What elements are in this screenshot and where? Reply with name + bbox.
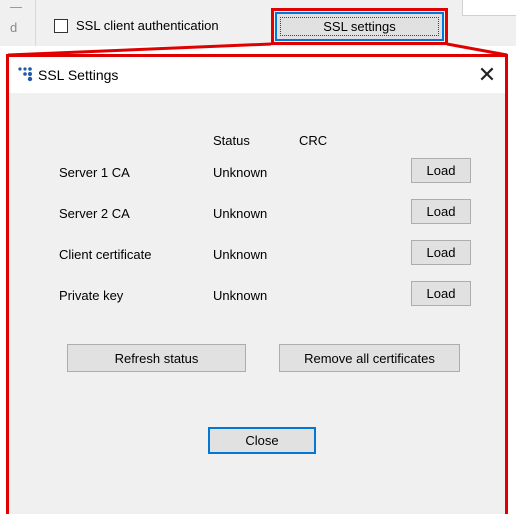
row-status-private-key: Unknown [213, 288, 268, 303]
remove-all-certificates-button[interactable]: Remove all certificates [279, 344, 460, 372]
load-button-client-certificate[interactable]: Load [411, 240, 471, 265]
parent-left-control: d [0, 0, 36, 46]
ssl-client-auth-checkbox-group[interactable]: SSL client authentication [54, 18, 219, 33]
close-icon[interactable]: ✕ [473, 61, 501, 89]
row-label-server1-ca: Server 1 CA [59, 165, 130, 180]
parent-left-divider [10, 7, 22, 8]
column-header-status: Status [213, 133, 250, 148]
refresh-status-button[interactable]: Refresh status [67, 344, 246, 372]
row-label-client-certificate: Client certificate [59, 247, 152, 262]
row-status-client-certificate: Unknown [213, 247, 268, 262]
ssl-client-auth-label: SSL client authentication [76, 18, 219, 33]
parent-left-label: d [10, 20, 18, 35]
ssl-client-auth-checkbox[interactable] [54, 18, 68, 33]
dialog-title: SSL Settings [38, 67, 119, 83]
column-header-crc: CRC [299, 133, 328, 148]
parent-right-field [462, 0, 516, 16]
close-button[interactable]: Close [208, 427, 316, 454]
ssl-settings-dialog: SSL Settings ✕ Status CRC Server 1 CA Un… [6, 54, 508, 514]
load-button-private-key[interactable]: Load [411, 281, 471, 306]
row-label-private-key: Private key [59, 288, 124, 303]
load-button-server1-ca[interactable]: Load [411, 158, 471, 183]
dialog-titlebar: SSL Settings ✕ [9, 57, 505, 93]
app-logo-icon [18, 67, 33, 82]
row-status-server2-ca: Unknown [213, 206, 268, 221]
row-label-server2-ca: Server 2 CA [59, 206, 130, 221]
load-button-server2-ca[interactable]: Load [411, 199, 471, 224]
row-status-server1-ca: Unknown [213, 165, 268, 180]
highlight-frame [271, 8, 448, 45]
